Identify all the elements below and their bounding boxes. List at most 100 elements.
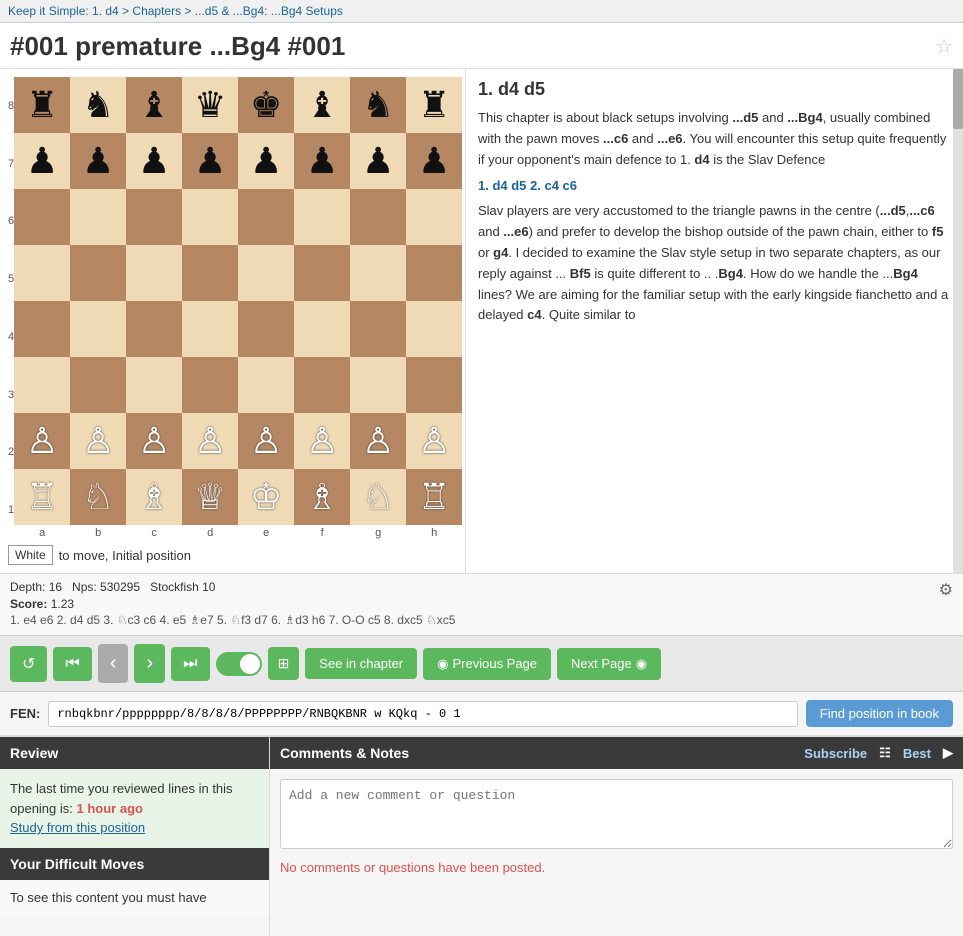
color-badge: White [8,545,53,565]
cell-c4[interactable] [126,301,182,357]
cell-a3[interactable] [14,357,70,413]
cell-d4[interactable] [182,301,238,357]
cell-f4[interactable] [294,301,350,357]
cell-a2[interactable]: ♙ [14,413,70,469]
cell-g8[interactable]: ♞ [350,77,406,133]
cell-d6[interactable] [182,189,238,245]
no-comments-text: No comments or questions have been poste… [280,860,953,875]
cell-b5[interactable] [70,245,126,301]
cell-e3[interactable] [238,357,294,413]
gear-icon[interactable]: ⚙ [939,580,953,600]
cell-g7[interactable]: ♟ [350,133,406,189]
cell-d2[interactable]: ♙ [182,413,238,469]
cell-d8[interactable]: ♛ [182,77,238,133]
cell-d7[interactable]: ♟ [182,133,238,189]
cell-e2[interactable]: ♙ [238,413,294,469]
board-with-labels: 8 7 6 5 4 3 2 1 ♜ ♞ ♝ ♛ ♚ ♝ ♞ [8,77,457,539]
cell-b3[interactable] [70,357,126,413]
cell-a7[interactable]: ♟ [14,133,70,189]
cell-h6[interactable] [406,189,462,245]
cell-a5[interactable] [14,245,70,301]
comments-header: Comments & Notes Subscribe ☷ Best ▶ [270,737,963,769]
breadcrumb: Keep it Simple: 1. d4 > Chapters > ...d5… [0,0,963,23]
next-page-icon: ◉ [636,656,647,672]
comment-textarea[interactable] [280,779,953,849]
see-in-chapter-button[interactable]: See in chapter [305,648,417,679]
cell-e1[interactable]: ♔ [238,469,294,525]
cell-b7[interactable]: ♟ [70,133,126,189]
engine-bar: Depth: 16 Nps: 530295 Stockfish 10 Score… [0,573,963,635]
cell-a6[interactable] [14,189,70,245]
cell-c8[interactable]: ♝ [126,77,182,133]
cell-f5[interactable] [294,245,350,301]
cell-b6[interactable] [70,189,126,245]
chess-board-container: ♜ ♞ ♝ ♛ ♚ ♝ ♞ ♜ ♟ ♟ ♟ ♟ ♟ ♟ ♟ ♟ [14,77,462,539]
study-link[interactable]: Study from this position [10,820,145,835]
cell-d5[interactable] [182,245,238,301]
best-link[interactable]: Best [903,746,931,761]
next-move-button[interactable]: › [134,644,165,683]
cell-c1[interactable]: ♗ [126,469,182,525]
subscribe-link[interactable]: Subscribe [804,746,867,761]
cell-c7[interactable]: ♟ [126,133,182,189]
cell-h5[interactable] [406,245,462,301]
cell-e4[interactable] [238,301,294,357]
cell-h1[interactable]: ♖ [406,469,462,525]
cell-a8[interactable]: ♜ [14,77,70,133]
previous-page-button[interactable]: ◉ Previous Page [423,648,551,680]
engine-info: Depth: 16 Nps: 530295 Stockfish 10 Score… [10,580,939,629]
cell-e7[interactable]: ♟ [238,133,294,189]
cell-f7[interactable]: ♟ [294,133,350,189]
end-button[interactable]: ⏭ [171,647,209,681]
text-paragraph-1: This chapter is about black setups invol… [478,108,951,170]
toggle-switch[interactable] [216,652,262,676]
cell-f6[interactable] [294,189,350,245]
cell-b1[interactable]: ♘ [70,469,126,525]
comments-title: Comments & Notes [280,745,409,761]
comments-panel: Comments & Notes Subscribe ☷ Best ▶ No c… [270,737,963,936]
cell-f8[interactable]: ♝ [294,77,350,133]
cell-a1[interactable]: ♖ [14,469,70,525]
find-position-button[interactable]: Find position in book [806,700,953,727]
engine-top-row: Depth: 16 Nps: 530295 Stockfish 10 [10,580,939,594]
main-content: 8 7 6 5 4 3 2 1 ♜ ♞ ♝ ♛ ♚ ♝ ♞ [0,69,963,573]
scroll-thumb[interactable] [953,69,963,129]
cell-e6[interactable] [238,189,294,245]
cell-e8[interactable]: ♚ [238,77,294,133]
cell-g3[interactable] [350,357,406,413]
cell-b2[interactable]: ♙ [70,413,126,469]
toggle-control[interactable] [216,652,262,676]
cell-b8[interactable]: ♞ [70,77,126,133]
cell-a4[interactable] [14,301,70,357]
cell-c2[interactable]: ♙ [126,413,182,469]
nav-link-home[interactable]: Keep it Simple: 1. d4 > Chapters > ...d5… [8,4,343,18]
cell-c5[interactable] [126,245,182,301]
cell-g6[interactable] [350,189,406,245]
restart-button[interactable]: ↺ [10,646,47,682]
bookmark-icon[interactable]: ☆ [935,34,953,59]
next-page-button[interactable]: Next Page ◉ [557,648,661,680]
board-icon-button[interactable]: ⊞ [268,647,300,680]
cell-b4[interactable] [70,301,126,357]
cell-h8[interactable]: ♜ [406,77,462,133]
fen-input[interactable] [48,701,797,727]
cell-f1[interactable]: ♗ [294,469,350,525]
cell-c3[interactable] [126,357,182,413]
cell-f2[interactable]: ♙ [294,413,350,469]
cell-e5[interactable] [238,245,294,301]
cell-g4[interactable] [350,301,406,357]
cell-h7[interactable]: ♟ [406,133,462,189]
cell-h3[interactable] [406,357,462,413]
cell-g1[interactable]: ♘ [350,469,406,525]
board-status-text: to move, Initial position [59,548,191,563]
prev-move-button[interactable]: ‹ [98,644,129,683]
cell-h4[interactable] [406,301,462,357]
start-button[interactable]: ⏮ [53,647,91,681]
cell-c6[interactable] [126,189,182,245]
cell-d1[interactable]: ♕ [182,469,238,525]
cell-f3[interactable] [294,357,350,413]
cell-g5[interactable] [350,245,406,301]
cell-h2[interactable]: ♙ [406,413,462,469]
cell-d3[interactable] [182,357,238,413]
cell-g2[interactable]: ♙ [350,413,406,469]
